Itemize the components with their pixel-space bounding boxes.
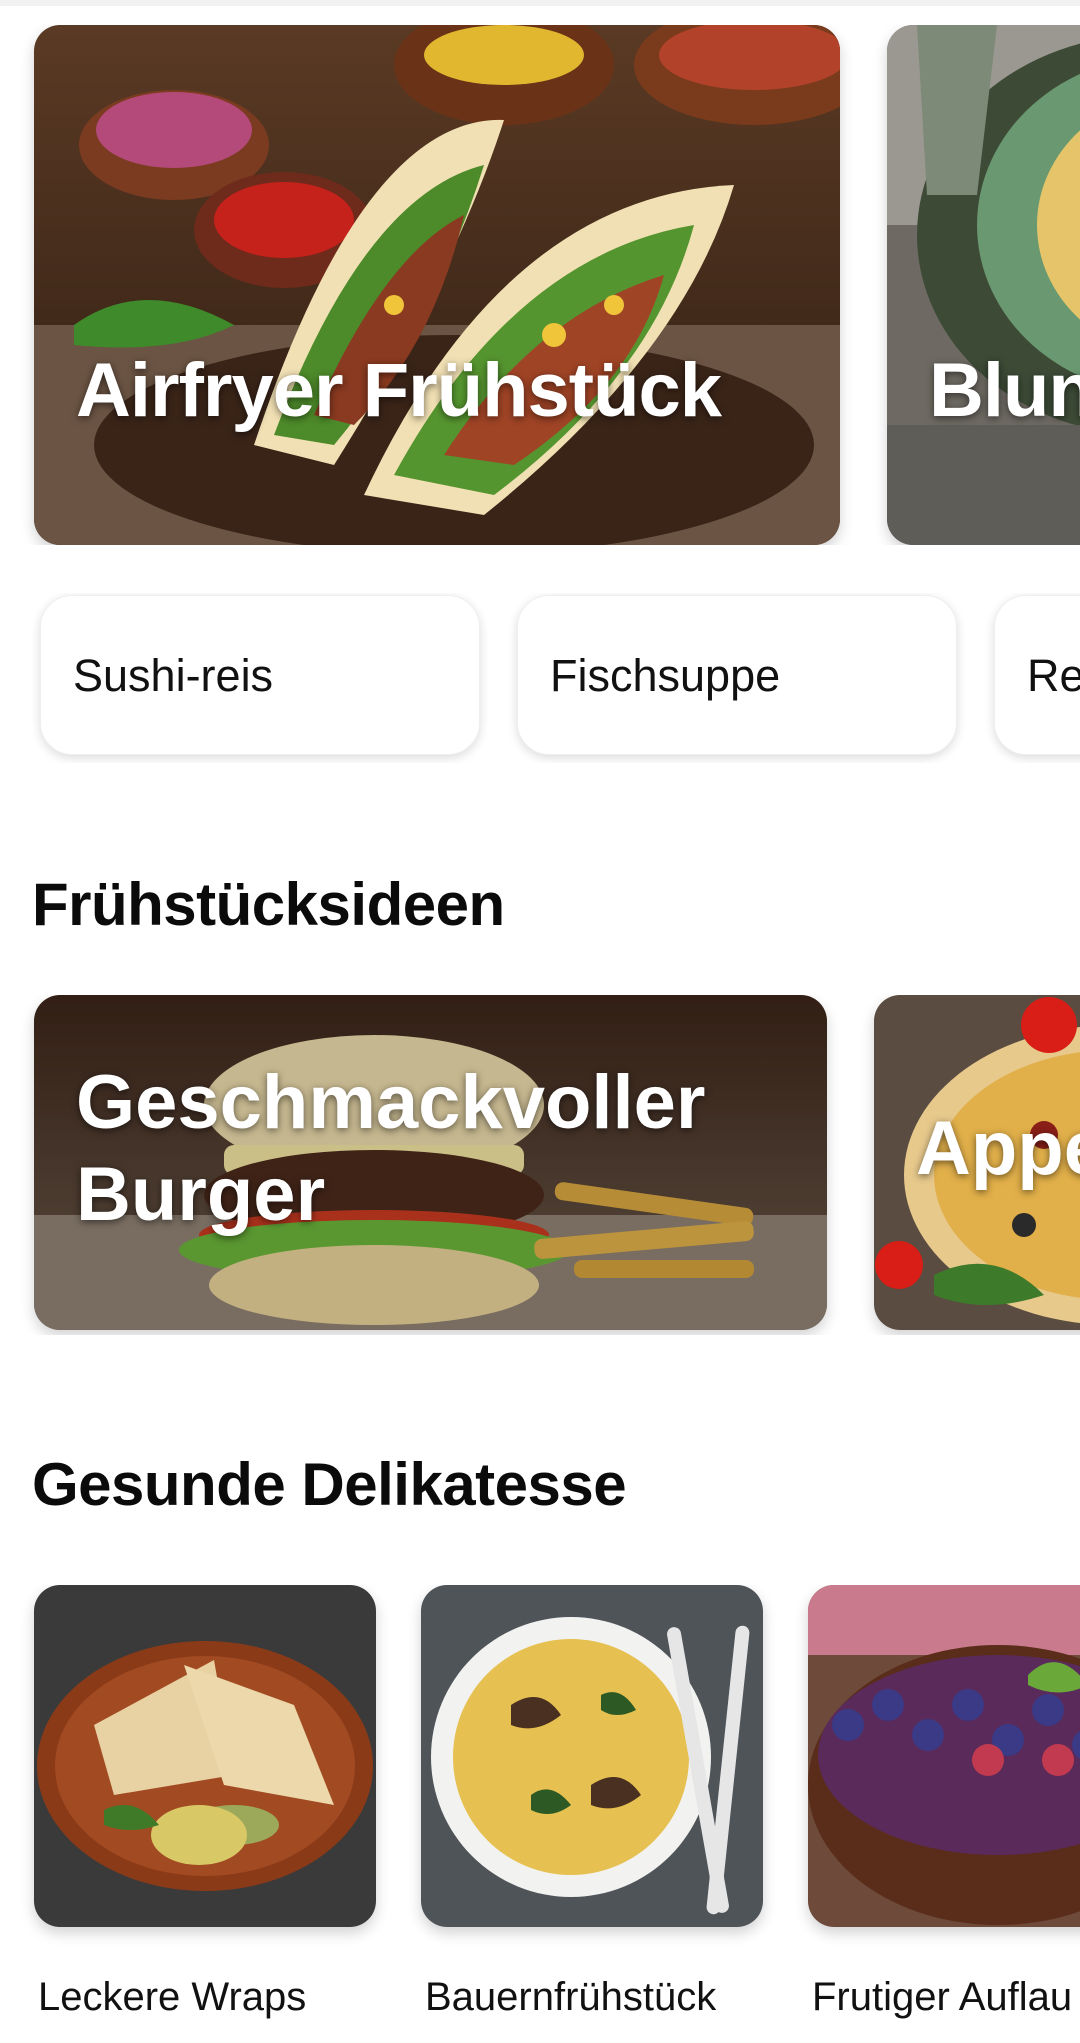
- breakfast-card-title: Geschmackvoller Burger: [76, 1060, 706, 1237]
- wraps-photo: [34, 1585, 376, 1927]
- healthy-card-wraps[interactable]: Leckere Wraps: [34, 1585, 376, 2019]
- chip-third[interactable]: Re: [994, 595, 1080, 755]
- breakfast-card-burger[interactable]: Geschmackvoller Burger: [34, 995, 827, 1330]
- soup-photo: [887, 25, 1080, 545]
- breakfast-card-second[interactable]: Appe: [874, 995, 1080, 1330]
- section-title-healthy: Gesunde Delikatesse: [32, 1451, 627, 1518]
- tacos-photo: [34, 25, 840, 545]
- chip-label: Re: [1027, 650, 1080, 701]
- healthy-card-berry-cake[interactable]: Frutiger Auflau: [808, 1585, 1080, 2019]
- featured-card-title: Blun: [929, 348, 1080, 433]
- berry-cake-photo: [808, 1585, 1080, 1927]
- chip-sushi-reis[interactable]: Sushi-reis: [40, 595, 480, 755]
- featured-card-second[interactable]: Blun: [887, 25, 1080, 545]
- featured-carousel[interactable]: Airfryer Frühstück Blun: [0, 25, 1080, 545]
- omelette-photo: [421, 1585, 763, 1927]
- healthy-card-label: Frutiger Auflau: [812, 1975, 1073, 2019]
- chip-label: Sushi-reis: [73, 650, 274, 701]
- chip-fischsuppe[interactable]: Fischsuppe: [517, 595, 957, 755]
- section-title-breakfast: Frühstücksideen: [32, 871, 505, 938]
- breakfast-carousel[interactable]: Geschmackvoller Burger Appe: [0, 995, 1080, 1335]
- healthy-carousel[interactable]: Leckere Wraps Bauernfrühstück Frutiger A…: [0, 1585, 1080, 2025]
- healthy-card-label: Leckere Wraps: [38, 1975, 307, 2019]
- healthy-card-omelette[interactable]: Bauernfrühstück: [421, 1585, 763, 2019]
- top-strip: [0, 0, 1080, 6]
- breakfast-card-title: Appe: [916, 1106, 1080, 1191]
- featured-card-airfryer[interactable]: Airfryer Frühstück: [34, 25, 840, 545]
- chip-label: Fischsuppe: [550, 650, 781, 701]
- healthy-card-label: Bauernfrühstück: [425, 1975, 717, 2019]
- quick-search-chips[interactable]: Sushi-reis Fischsuppe Re: [0, 593, 1080, 763]
- featured-card-title: Airfryer Frühstück: [76, 348, 722, 433]
